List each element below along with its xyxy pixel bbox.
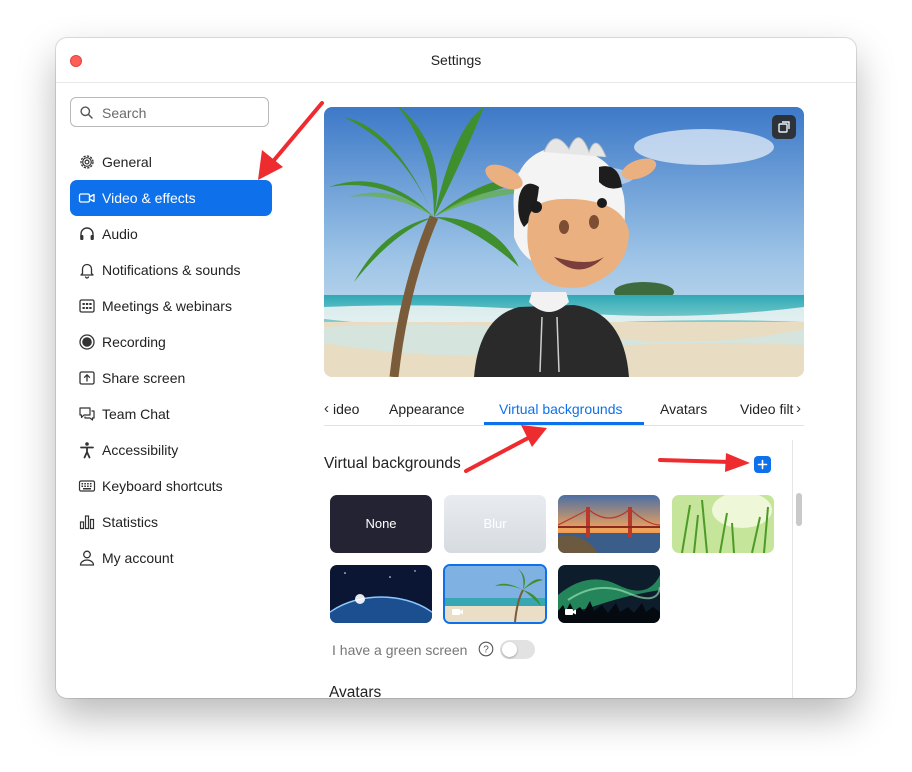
- bg-thumb-aurora[interactable]: [558, 565, 660, 623]
- video-preview: [324, 107, 804, 377]
- search-input[interactable]: [100, 103, 264, 123]
- accessibility-icon: [80, 442, 94, 459]
- aurora-image: [558, 565, 660, 623]
- golden-gate-image: [558, 495, 660, 553]
- sidebar-item-label: My account: [102, 550, 174, 566]
- thumb-label: None: [365, 516, 397, 531]
- sidebar-item-label: Video & effects: [102, 190, 196, 206]
- tab-virtual-backgrounds[interactable]: Virtual backgrounds: [499, 401, 622, 417]
- thumb-label: Blur: [483, 516, 507, 531]
- settings-window: Settings General Video & effects: [56, 38, 856, 698]
- sidebar-item-share-screen[interactable]: Share screen: [70, 360, 272, 396]
- scrollbar-thumb[interactable]: [796, 493, 802, 526]
- tabs-scroll-right-icon[interactable]: ›: [796, 400, 801, 417]
- expand-preview-button[interactable]: [772, 115, 796, 139]
- sidebar-item-label: Audio: [102, 226, 138, 242]
- green-screen-toggle[interactable]: [500, 640, 535, 659]
- bg-thumb-golden-gate[interactable]: [558, 495, 660, 553]
- gear-icon: [80, 155, 94, 169]
- share-screen-icon: [79, 371, 95, 385]
- avatars-section-title: Avatars: [329, 684, 382, 698]
- tabs-scroll-left-icon[interactable]: ‹: [324, 400, 329, 417]
- sidebar-item-statistics[interactable]: Statistics: [70, 504, 272, 540]
- sidebar-item-general[interactable]: General: [70, 144, 272, 180]
- virtual-backgrounds-title: Virtual backgrounds: [324, 455, 461, 472]
- bar-chart-icon: [79, 515, 95, 530]
- add-background-button[interactable]: [754, 456, 771, 473]
- title-bar: Settings: [56, 38, 856, 83]
- sidebar-item-meetings-webinars[interactable]: Meetings & webinars: [70, 288, 272, 324]
- beach-image: [445, 566, 545, 622]
- svg-text:?: ?: [483, 645, 489, 656]
- tab-video-filters[interactable]: Video filt: [740, 401, 796, 417]
- sidebar-item-label: Notifications & sounds: [102, 262, 241, 278]
- expand-icon: [778, 121, 790, 133]
- bg-thumb-grass[interactable]: [672, 495, 774, 553]
- video-camera-icon: [78, 193, 95, 203]
- sidebar-item-label: Keyboard shortcuts: [102, 478, 223, 494]
- active-tab-indicator: [484, 422, 644, 425]
- bg-thumb-beach-selected[interactable]: [443, 564, 547, 624]
- video-tabs: ‹ ideo Appearance Virtual backgrounds Av…: [324, 398, 804, 426]
- chat-icon: [79, 407, 95, 421]
- grass-image: [672, 495, 774, 553]
- sidebar-item-label: General: [102, 154, 152, 170]
- sidebar-item-my-account[interactable]: My account: [70, 540, 272, 576]
- beach-background-preview: [324, 107, 804, 377]
- keyboard-icon: [78, 480, 96, 492]
- bg-thumb-blur[interactable]: Blur: [444, 495, 546, 553]
- tab-appearance[interactable]: Appearance: [389, 401, 465, 417]
- scrollbar-track[interactable]: [792, 440, 793, 698]
- window-title: Settings: [430, 52, 482, 68]
- sidebar-item-label: Meetings & webinars: [102, 298, 232, 314]
- search-box[interactable]: [70, 97, 269, 127]
- calendar-grid-icon: [79, 299, 95, 313]
- sidebar-item-label: Accessibility: [102, 442, 179, 458]
- earth-from-space-image: [330, 565, 432, 623]
- person-icon: [79, 550, 95, 566]
- headphones-icon: [80, 227, 94, 240]
- bg-thumb-none[interactable]: None: [330, 495, 432, 553]
- sidebar-item-accessibility[interactable]: Accessibility: [70, 432, 272, 468]
- green-screen-label: I have a green screen: [332, 642, 468, 658]
- sidebar-item-team-chat[interactable]: Team Chat: [70, 396, 272, 432]
- search-icon: [80, 106, 93, 119]
- sidebar-item-audio[interactable]: Audio: [70, 216, 272, 252]
- bell-icon: [80, 263, 94, 279]
- tab-avatars[interactable]: Avatars: [660, 401, 707, 417]
- sidebar-item-video-effects[interactable]: Video & effects: [70, 180, 272, 216]
- help-icon[interactable]: ?: [478, 641, 494, 657]
- plus-icon: [757, 459, 768, 470]
- record-icon: [79, 334, 95, 350]
- sidebar-item-label: Statistics: [102, 514, 159, 530]
- tab-video[interactable]: ideo: [333, 401, 359, 417]
- toggle-knob: [502, 642, 517, 657]
- sidebar-nav: General Video & effects Audio Notificati…: [70, 144, 272, 576]
- sidebar-item-recording[interactable]: Recording: [70, 324, 272, 360]
- sidebar-item-label: Team Chat: [102, 406, 170, 422]
- sidebar-item-keyboard-shortcuts[interactable]: Keyboard shortcuts: [70, 468, 272, 504]
- sidebar-item-label: Recording: [102, 334, 166, 350]
- sidebar-item-notifications-sounds[interactable]: Notifications & sounds: [70, 252, 272, 288]
- sidebar-item-label: Share screen: [102, 370, 186, 386]
- bg-thumb-earth[interactable]: [330, 565, 432, 623]
